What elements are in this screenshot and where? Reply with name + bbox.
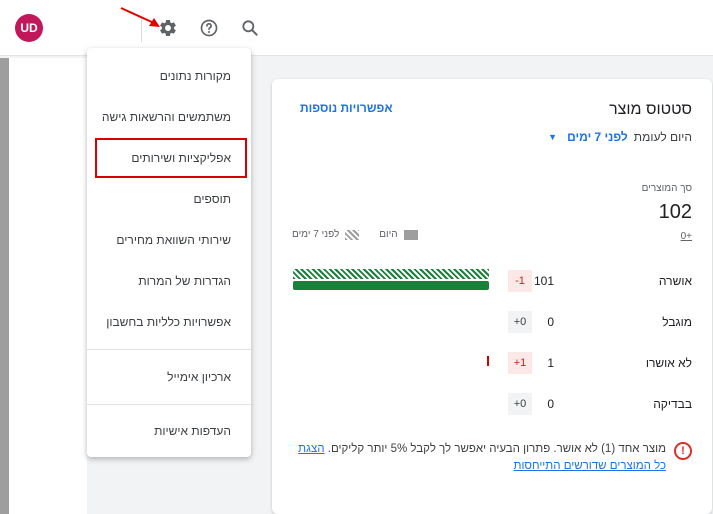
change-badge: +1 <box>508 352 532 374</box>
change-badge: +0 <box>508 311 532 333</box>
date-compare-row: היום לעומת לפני 7 ימים ▼ <box>548 130 692 144</box>
row-label: מוגבל <box>662 315 692 329</box>
menu-item-email-archive[interactable]: ארכיון אימייל <box>87 357 251 397</box>
menu-item-account-options[interactable]: אפשרויות כלליות בחשבון <box>87 302 251 342</box>
total-products-value: 102 <box>658 201 692 223</box>
menu-item-data-sources[interactable]: מקורות נתונים <box>87 56 251 96</box>
search-icon[interactable] <box>239 17 261 39</box>
bar-today <box>487 356 489 366</box>
warning-text: מוצר אחד (1) לא אושר. פתרון הבעיה יאפשר … <box>327 443 666 455</box>
row-label: לא אושרו <box>645 356 692 370</box>
row-label: בבדיקה <box>653 397 692 411</box>
background-panel <box>9 58 87 514</box>
error-icon: ! <box>674 442 692 460</box>
row-count: 0 <box>547 315 554 329</box>
account-avatar[interactable]: UD <box>15 14 43 42</box>
caret-down-icon[interactable]: ▼ <box>548 132 557 142</box>
scrollbar-track[interactable] <box>0 58 9 514</box>
row-count: 1 <box>547 356 554 370</box>
product-status-card: סטטוס מוצר אפשרויות נוספות היום לעומת לפ… <box>272 79 712 514</box>
row-label: אושרה <box>658 274 692 288</box>
status-row-not-approved[interactable]: לא אושרו 1 +1 <box>272 349 712 379</box>
row-count: 0 <box>547 397 554 411</box>
status-row-approved[interactable]: אושרה 101 -1 <box>272 267 712 297</box>
menu-item-users-access[interactable]: משתמשים והרשאות גישה <box>87 97 251 137</box>
highlight-box <box>95 138 247 178</box>
more-options-link[interactable]: אפשרויות נוספות <box>300 101 393 115</box>
card-title: סטטוס מוצר <box>609 101 692 118</box>
row-count: 101 <box>533 274 554 288</box>
menu-item-personal-preferences[interactable]: העדפות אישיות <box>87 411 251 451</box>
help-circle-icon[interactable] <box>198 17 220 39</box>
change-badge: -1 <box>508 270 532 292</box>
menu-item-add-ons[interactable]: תוספים <box>87 179 251 219</box>
status-row-in-review[interactable]: בבדיקה 0 +0 <box>272 390 712 420</box>
legend-7days-label: לפני 7 ימים <box>292 229 340 240</box>
settings-menu: מקורות נתונים משתמשים והרשאות גישה אפליק… <box>87 48 251 457</box>
date-range-dropdown[interactable]: לפני 7 ימים <box>567 130 628 144</box>
menu-item-price-comparison[interactable]: שירותי השוואת מחירים <box>87 220 251 260</box>
annotation-arrow-icon <box>120 7 160 27</box>
status-row-limited[interactable]: מוגבל 0 +0 <box>272 308 712 338</box>
menu-divider <box>87 404 251 405</box>
legend-today-label: היום <box>379 229 398 240</box>
menu-divider <box>87 349 251 350</box>
warning-body: מוצר אחד (1) לא אושר. פתרון הבעיה יאפשר … <box>296 441 666 475</box>
compare-label: היום לעומת <box>633 130 692 144</box>
change-badge: +0 <box>508 393 532 415</box>
bar-7days <box>293 269 489 279</box>
warning-message: ! מוצר אחד (1) לא אושר. פתרון הבעיה יאפש… <box>296 441 692 475</box>
legend-today-swatch <box>403 229 418 240</box>
chart-legend: היום לפני 7 ימים <box>292 229 418 240</box>
bar-today <box>293 281 489 290</box>
legend-7days-swatch <box>345 229 360 240</box>
total-products-label: סך המוצרים <box>641 183 692 194</box>
total-products-delta: +0 <box>680 231 692 242</box>
menu-item-conversion-settings[interactable]: הגדרות של המרות <box>87 261 251 301</box>
